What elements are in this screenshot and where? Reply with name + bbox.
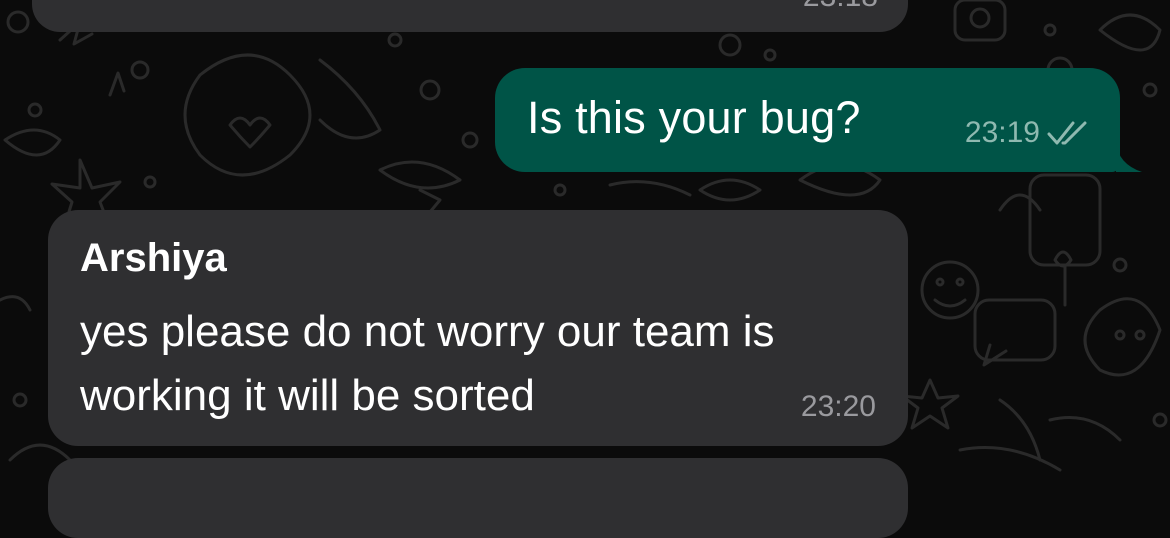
message-bubble-incoming-partial[interactable] [48,458,908,538]
message-bubble-incoming[interactable]: Arshiya yes please do not worry our team… [48,210,908,446]
message-bubble-outgoing[interactable]: Is this your bug? 23:19 [495,68,1142,172]
message-bubble-incoming-partial[interactable]: 23:18 [32,0,908,32]
message-text: yes please do not worry our team is work… [80,307,775,420]
message-time: 23:18 [803,0,878,14]
double-check-icon [1047,121,1087,145]
message-time: 23:20 [800,390,876,423]
message-text: Is this your bug? [527,92,861,143]
message-meta: 23:19 [965,116,1090,150]
bubble-tail [1116,142,1142,172]
message-time: 23:19 [964,116,1040,149]
sender-name[interactable]: Arshiya [80,236,227,281]
